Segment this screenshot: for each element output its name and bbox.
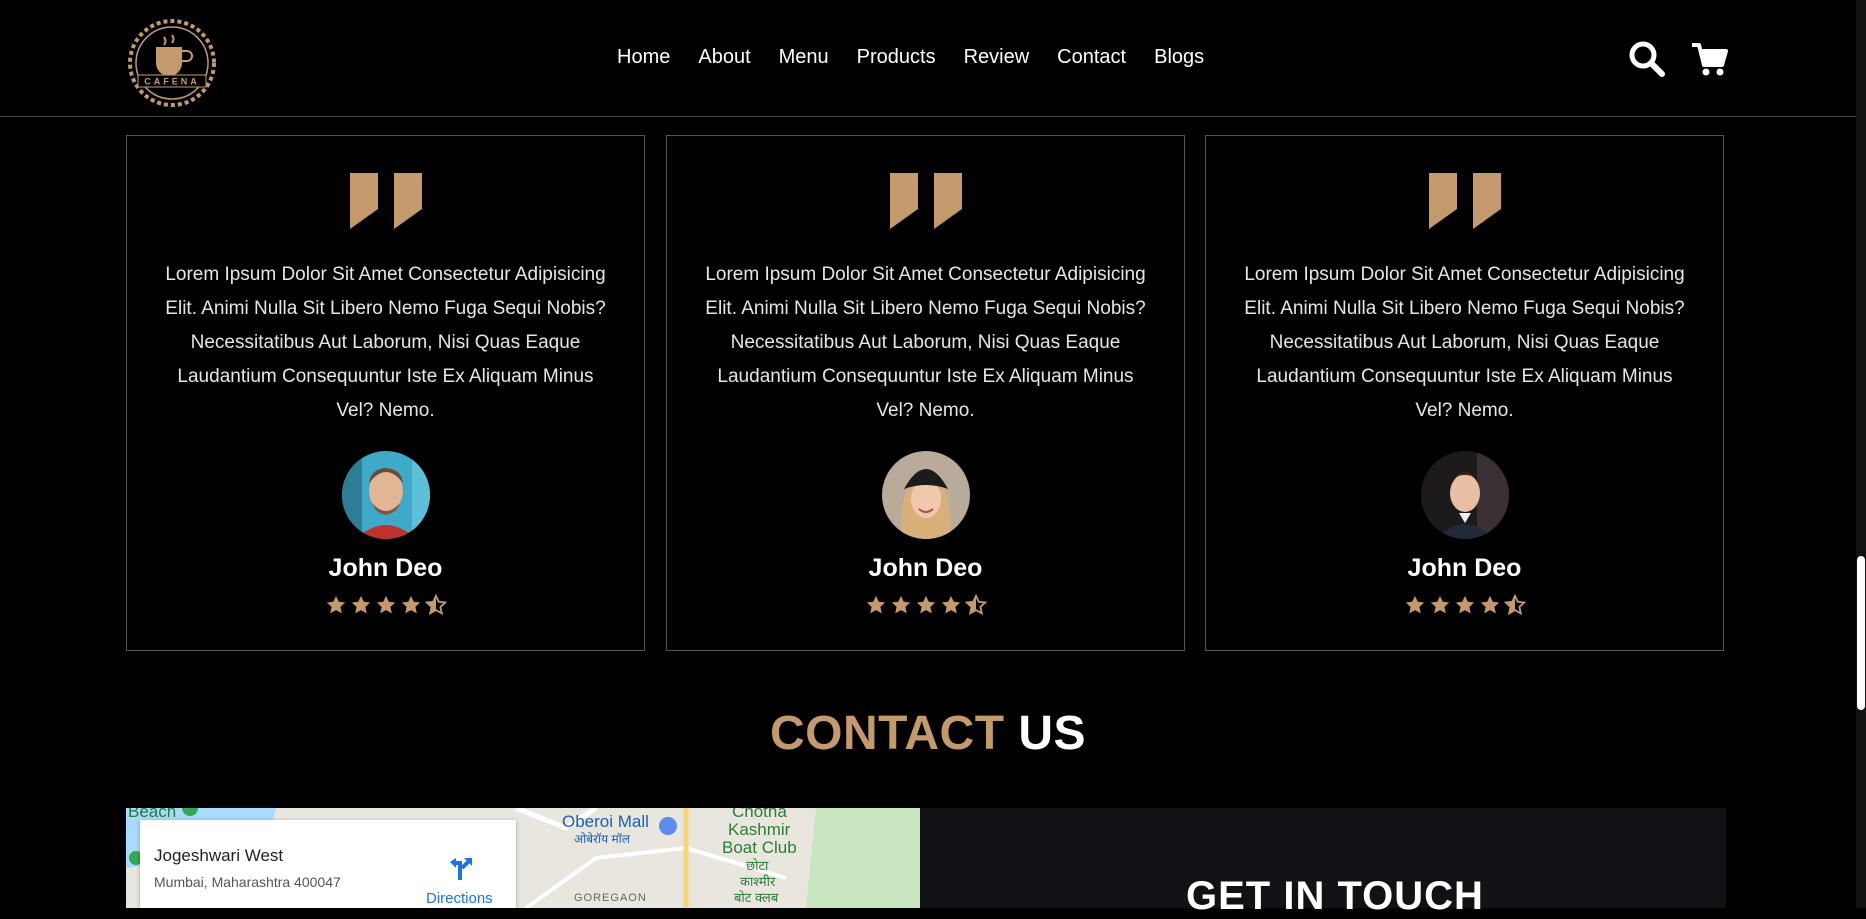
star-icon <box>916 595 935 614</box>
rating-stars <box>1404 594 1526 616</box>
map-place-name: Jogeshwari West <box>154 846 284 865</box>
star-icon <box>891 595 910 614</box>
star-icon <box>866 595 885 614</box>
reviewer-name: John Deo <box>328 554 443 582</box>
directions-link[interactable]: Directions <box>426 890 493 907</box>
star-icon <box>376 595 395 614</box>
header: CAFENA Home About Menu Products Review C… <box>0 0 1856 117</box>
map-label: Oberoi Mall <box>562 812 649 831</box>
reviewer-name: John Deo <box>1407 554 1522 582</box>
map-label: Boat Club <box>722 838 797 857</box>
map-place-card: Jogeshwari West Mumbai, Maharashtra 4000… <box>140 820 516 908</box>
logo-text: CAFENA <box>144 77 200 87</box>
avatar <box>1420 451 1509 539</box>
review-card: Lorem Ipsum Dolor Sit Amet Consectetur A… <box>126 135 645 651</box>
nav-blogs[interactable]: Blogs <box>1154 46 1204 69</box>
map-embed[interactable]: Beach Oberoi Mall ओबेरॉय मॉल Chotha Kash… <box>126 808 920 908</box>
review-card: Lorem Ipsum Dolor Sit Amet Consectetur A… <box>1205 135 1724 651</box>
review-text: Lorem Ipsum Dolor Sit Amet Consectetur A… <box>1244 264 1685 421</box>
contact-heading-accent: CONTACT <box>769 707 1005 760</box>
avatar <box>881 451 970 539</box>
contact-heading: CONTACT US <box>0 706 1856 761</box>
nav-contact[interactable]: Contact <box>1057 46 1126 69</box>
review-text: Lorem Ipsum Dolor Sit Amet Consectetur A… <box>165 264 606 421</box>
review-text: Lorem Ipsum Dolor Sit Amet Consectetur A… <box>705 264 1146 421</box>
logo[interactable]: CAFENA <box>126 17 218 109</box>
quote-icon <box>349 173 422 229</box>
search-icon[interactable] <box>1628 40 1666 78</box>
star-icon <box>401 595 420 614</box>
directions-icon[interactable] <box>446 854 476 884</box>
rating-stars <box>865 594 987 616</box>
nav-products[interactable]: Products <box>857 46 936 69</box>
star-half-icon <box>1503 594 1526 616</box>
star-icon <box>1405 595 1424 614</box>
star-icon <box>326 595 345 614</box>
nav-review[interactable]: Review <box>964 46 1030 69</box>
map-label: ओबेरॉय मॉल <box>574 832 630 846</box>
quote-icon <box>1428 173 1501 229</box>
map-label: GOREGAON <box>574 892 647 904</box>
nav-home[interactable]: Home <box>617 46 670 69</box>
avatar <box>341 451 430 539</box>
get-in-touch-title: GET IN TOUCH <box>1186 874 1484 918</box>
review-card: Lorem Ipsum Dolor Sit Amet Consectetur A… <box>666 135 1185 651</box>
star-half-icon <box>424 594 447 616</box>
star-icon <box>1480 595 1499 614</box>
map-label: Kashmir <box>728 820 791 839</box>
star-icon <box>1455 595 1474 614</box>
map-place-address: Mumbai, Maharashtra 400047 <box>154 874 341 890</box>
nav-menu[interactable]: Menu <box>779 46 829 69</box>
contact-heading-rest: US <box>1018 707 1087 760</box>
reviewer-name: John Deo <box>868 554 983 582</box>
star-icon <box>1430 595 1449 614</box>
main-nav: Home About Menu Products Review Contact … <box>617 46 1232 69</box>
star-icon <box>941 595 960 614</box>
rating-stars <box>325 594 447 616</box>
scrollbar[interactable] <box>1856 0 1866 908</box>
quote-icon <box>889 173 962 229</box>
scrollbar-thumb[interactable] <box>1857 556 1865 710</box>
cart-icon[interactable] <box>1690 40 1728 78</box>
map-label: बोट क्लब <box>734 890 779 905</box>
star-half-icon <box>964 594 987 616</box>
contact-form-panel: GET IN TOUCH <box>920 808 1726 918</box>
nav-about[interactable]: About <box>698 46 750 69</box>
star-icon <box>351 595 370 614</box>
